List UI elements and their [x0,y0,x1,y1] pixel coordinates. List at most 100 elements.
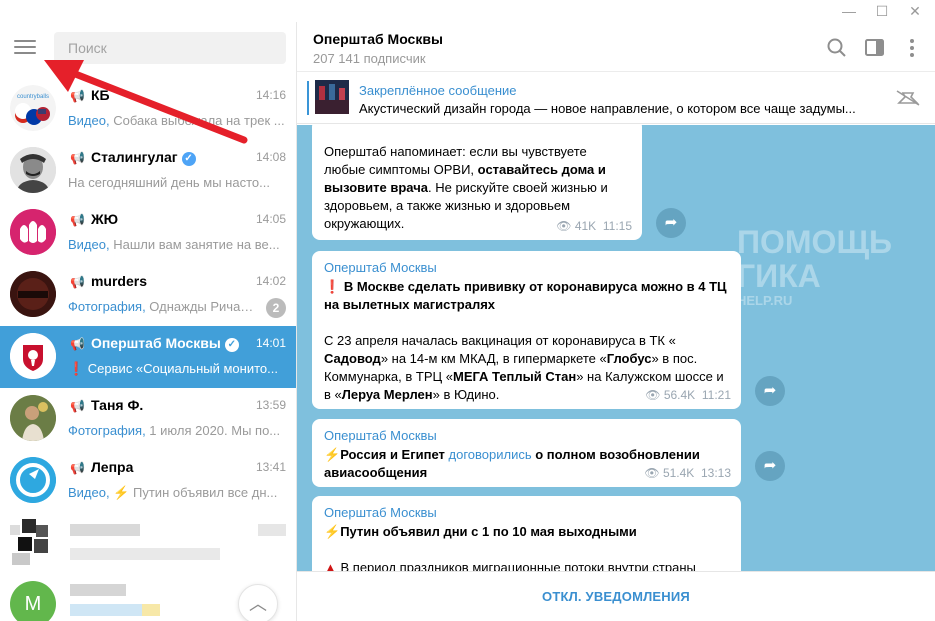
megaphone-icon: 📢 [70,461,85,475]
channel-title: Оперштаб Москвы [313,31,443,47]
chat-preview: Фотография, Однажды Ричар... [68,299,258,314]
channel-message[interactable]: Оперштаб Москвы ⚡Россия и Египет договор… [312,419,741,487]
message-meta: 👁 41K 11:15 [556,219,632,233]
blurred-preview-2 [142,604,160,616]
message-author: Оперштаб Москвы [324,505,437,520]
share-icon[interactable]: ➦ [656,208,686,238]
chat-time: 14:02 [255,274,286,288]
maximize-button[interactable]: ☐ [867,0,897,22]
channel-panel: Оперштаб Москвы 207 141 подписчик Закреп… [297,22,935,621]
message-meta: 👁 56.4K 11:21 [645,388,731,402]
message-author: Оперштаб Москвы [324,428,437,443]
chat-time: 13:41 [255,460,286,474]
message-link[interactable]: договорились [449,447,532,462]
message-meta: 👁 51.4K 13:13 [644,466,731,480]
search-icon[interactable] [826,37,848,59]
megaphone-icon: 📢 [70,337,85,351]
megaphone-icon: 📢 [70,89,85,103]
channel-message[interactable]: Оперштаб Москвы ⚡Путин объявил дни с 1 п… [312,496,741,571]
pinned-title: Закреплённое сообщение [359,83,517,98]
chat-item-murders[interactable]: 📢 murders 14:02 Фотография, Однажды Ричар… [0,264,296,326]
avatar: M [10,581,56,621]
chat-name: Сталингулаг [90,149,178,165]
lightning-icon: ⚡ [324,524,341,539]
scroll-to-top-button[interactable]: ︿ [238,584,278,621]
chat-item-zhu[interactable]: 📢 ЖЮ 14:05 Видео, Нашли вам занятие на ве… [0,202,296,264]
share-icon[interactable]: ➦ [755,451,785,481]
views-icon: 👁 [556,219,575,233]
warning-triangle-icon: ▲ [324,560,337,571]
chat-name: murders [90,273,147,289]
search-input[interactable] [54,32,286,64]
channel-header[interactable]: Оперштаб Москвы 207 141 подписчик [297,22,935,72]
avatar: countryballs [10,85,56,131]
chat-item-operstab-moskvy[interactable]: 📢 Оперштаб Москвы ✓ 14:01 ❗ Сервис «Социал… [0,326,296,388]
chat-item-blurred[interactable] [0,512,296,574]
chat-preview: Видео, Нашли вам занятие на ве... [68,237,280,252]
chat-time: 14:01 [255,336,286,350]
message-line: С 23 апреля началась вакцинация от корон… [324,333,676,348]
pinned-text: Акустический дизайн города — новое напра… [359,101,856,116]
close-button[interactable]: ✕ [900,0,930,22]
chat-time: 14:16 [255,88,286,102]
chat-preview: Видео, ⚡ Путин объявил все дн... [68,485,278,500]
blurred-name [70,584,126,596]
blurred-time [258,524,286,536]
pinned-thumbnail [315,80,349,114]
views-icon: 👁 [645,388,664,402]
chat-preview: Видео, Собака выбежала на трек ... [68,113,285,128]
pinned-accent-bar [307,81,309,115]
chat-item-tanya-f[interactable]: 📢 Таня Ф. 13:59 Фотография, 1 июля 2020. … [0,388,296,450]
avatar [10,457,56,503]
avatar-letter: M [24,593,42,615]
chat-name: Лепра [90,459,134,475]
unread-badge: 2 [266,298,286,318]
chat-list: countryballs 📢 КБ 14:16 Видео, Собака выб… [0,78,296,621]
message-author: Оперштаб Москвы [324,260,437,275]
blurred-preview [70,548,220,560]
chat-time: 13:59 [255,398,286,412]
more-options-icon[interactable] [901,37,923,59]
chat-name: КБ [90,87,110,103]
blurred-name [70,524,140,536]
chat-preview: ❗ Сервис «Социальный монито... [68,361,278,376]
avatar [10,147,56,193]
verified-icon: ✓ [224,338,239,352]
watermark: ПОМОЩЬ ГИКА HELP.RU [737,224,893,308]
channel-message[interactable]: Оперштаб Москвы ❗ В Москве сделать приви… [312,251,741,409]
pinned-message-bar[interactable]: Закреплённое сообщение Акустический диза… [297,72,935,124]
avatar [10,519,56,565]
megaphone-icon: 📢 [70,399,85,413]
avatar [10,271,56,317]
avatar [10,209,56,255]
share-icon[interactable]: ➦ [755,376,785,406]
window-titlebar: — ☐ ✕ [0,0,935,22]
verified-icon: ✓ [181,152,196,166]
megaphone-icon: 📢 [70,151,85,165]
sidebar-toggle-icon[interactable] [864,37,886,59]
megaphone-icon: 📢 [70,213,85,227]
chat-name: ЖЮ [90,211,119,227]
chat-item-stalingulag[interactable]: 📢 Сталингулаг ✓ 14:08 На сегодняшний день … [0,140,296,202]
hamburger-menu-icon[interactable] [14,40,36,56]
megaphone-icon: 📢 [70,275,85,289]
chat-item-kb[interactable]: countryballs 📢 КБ 14:16 Видео, Собака выб… [0,78,296,140]
message-line: здоровьем, а также жизнью и здоровьем [324,198,571,213]
exclamation-icon: ❗ [324,279,341,294]
chat-preview: На сегодняшний день мы насто... [68,175,270,190]
minimize-button[interactable]: — [834,0,864,22]
views-icon: 👁 [644,466,663,480]
message-line: Оперштаб напоминает: если вы чувствуете [324,144,587,159]
mute-notifications-button[interactable]: ОТКЛ. УВЕДОМЛЕНИЯ [297,571,935,621]
subscriber-count: 207 141 подписчик [313,51,426,66]
message-feed[interactable]: Оперштаб напоминает: если вы чувствуете … [297,125,935,571]
chat-name: Таня Ф. [90,397,144,413]
chat-preview: Фотография, 1 июля 2020. Мы по... [68,423,281,438]
avatar-kb-label: countryballs [17,94,49,100]
avatar [10,395,56,441]
lightning-icon: ⚡ [324,447,341,462]
channel-message[interactable]: Оперштаб напоминает: если вы чувствуете … [312,125,642,240]
chat-list-panel: countryballs 📢 КБ 14:16 Видео, Собака выб… [0,22,297,621]
chat-item-lepra[interactable]: 📢 Лепра 13:41 Видео, ⚡ Путин объявил все … [0,450,296,512]
unpin-icon[interactable] [895,89,921,107]
